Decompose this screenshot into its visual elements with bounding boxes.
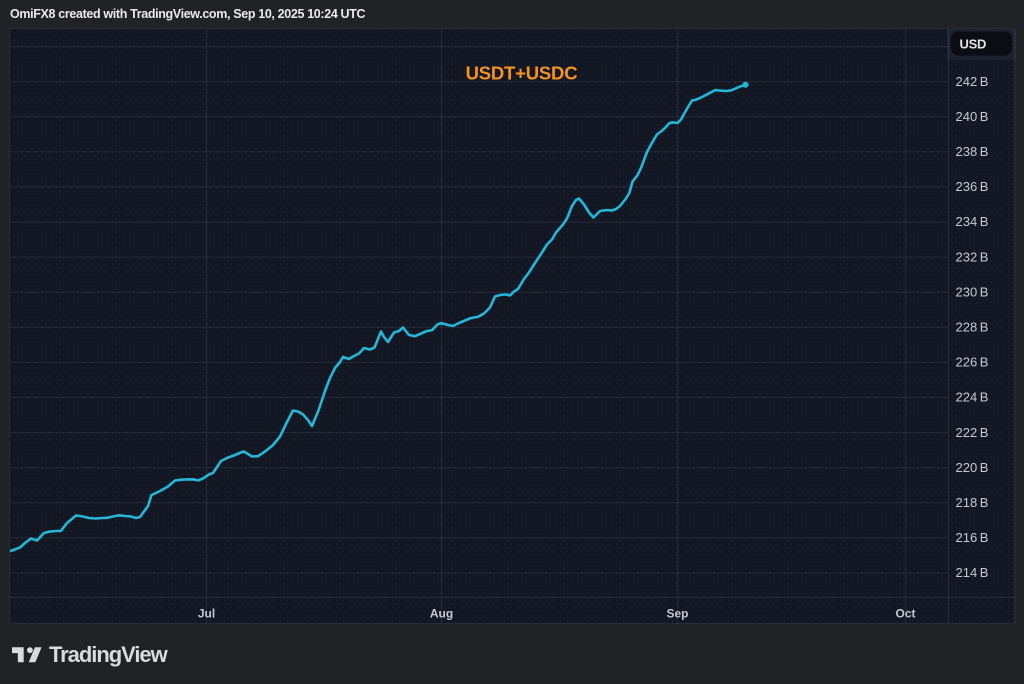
svg-text:224 B: 224 B (956, 390, 989, 405)
svg-text:238 B: 238 B (956, 144, 989, 159)
svg-text:230 B: 230 B (956, 284, 989, 299)
svg-text:236 B: 236 B (956, 179, 989, 194)
svg-text:Oct: Oct (895, 607, 915, 621)
svg-text:232 B: 232 B (956, 249, 989, 264)
svg-text:240 B: 240 B (956, 109, 989, 124)
svg-text:216 B: 216 B (956, 530, 989, 545)
svg-text:220 B: 220 B (956, 460, 989, 475)
svg-text:222 B: 222 B (956, 425, 989, 440)
svg-text:Jul: Jul (198, 607, 215, 621)
svg-text:228 B: 228 B (956, 320, 989, 335)
svg-text:214 B: 214 B (956, 565, 989, 580)
svg-text:Aug: Aug (430, 607, 453, 621)
svg-text:218 B: 218 B (956, 495, 989, 510)
svg-text:USD: USD (960, 37, 987, 52)
svg-text:242 B: 242 B (956, 74, 989, 89)
svg-text:USDT+USDC: USDT+USDC (466, 63, 578, 84)
svg-text:Sep: Sep (666, 607, 688, 621)
svg-text:226 B: 226 B (956, 355, 989, 370)
svg-text:234 B: 234 B (956, 214, 989, 229)
